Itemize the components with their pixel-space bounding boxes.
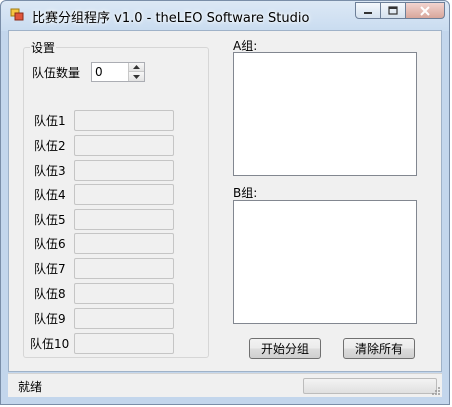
- team-label-5: 队伍5: [34, 213, 66, 227]
- app-icon: [10, 8, 24, 21]
- team-input-8[interactable]: [74, 283, 174, 304]
- chevron-up-icon: [133, 65, 140, 69]
- team-label-6: 队伍6: [34, 237, 66, 251]
- client-area: 设置 队伍数量 0 队伍1 队伍2 队伍3 队伍4 队伍5 队伍6 队伍7 队伍…: [8, 30, 442, 372]
- title-bar[interactable]: 比赛分组程序 v1.0 - theLEO Software Studio: [1, 1, 449, 29]
- main-window: 比赛分组程序 v1.0 - theLEO Software Studio 设置 …: [0, 0, 450, 405]
- spin-down-button[interactable]: [129, 72, 144, 81]
- team-input-5[interactable]: [74, 209, 174, 230]
- spin-buttons: [128, 63, 144, 81]
- team-label-9: 队伍9: [34, 312, 66, 326]
- team-count-stepper[interactable]: 0: [91, 62, 145, 82]
- group-b-label: B组:: [233, 186, 258, 200]
- team-label-7: 队伍7: [34, 262, 66, 276]
- chevron-down-icon: [133, 74, 140, 79]
- team-input-6[interactable]: [74, 233, 174, 254]
- team-label-10: 队伍10: [30, 337, 70, 351]
- start-grouping-button[interactable]: 开始分组: [249, 338, 321, 359]
- team-label-8: 队伍8: [34, 287, 66, 301]
- progress-bar: [303, 378, 437, 394]
- team-input-2[interactable]: [74, 135, 174, 156]
- team-count-label: 队伍数量: [32, 66, 81, 80]
- team-label-2: 队伍2: [34, 139, 66, 153]
- spin-up-button[interactable]: [129, 63, 144, 72]
- maximize-icon: [388, 6, 398, 15]
- team-label-3: 队伍3: [34, 164, 66, 178]
- team-input-3[interactable]: [74, 160, 174, 181]
- team-label-1: 队伍1: [34, 114, 66, 128]
- team-input-4[interactable]: [74, 184, 174, 205]
- caption-buttons: [355, 2, 445, 20]
- resize-grip-icon[interactable]: [431, 386, 441, 396]
- group-a-list[interactable]: [233, 52, 417, 176]
- status-bar: 就绪: [8, 373, 442, 397]
- minimize-button[interactable]: [355, 2, 381, 19]
- status-text: 就绪: [18, 380, 43, 394]
- close-icon: [420, 5, 430, 16]
- minimize-icon: [364, 11, 372, 14]
- team-label-4: 队伍4: [34, 188, 66, 202]
- team-input-7[interactable]: [74, 258, 174, 279]
- team-count-value[interactable]: 0: [95, 65, 103, 79]
- settings-groupbox: 设置 队伍数量 0 队伍1 队伍2 队伍3 队伍4 队伍5 队伍6 队伍7 队伍…: [23, 39, 209, 358]
- team-input-1[interactable]: [74, 110, 174, 131]
- group-b-list[interactable]: [233, 200, 417, 324]
- maximize-button[interactable]: [380, 2, 406, 19]
- clear-all-button[interactable]: 清除所有: [343, 338, 415, 359]
- close-button[interactable]: [405, 2, 445, 19]
- settings-title: 设置: [30, 39, 57, 56]
- team-input-10[interactable]: [74, 333, 174, 354]
- window-title: 比赛分组程序 v1.0 - theLEO Software Studio: [32, 11, 310, 26]
- team-input-9[interactable]: [74, 308, 174, 329]
